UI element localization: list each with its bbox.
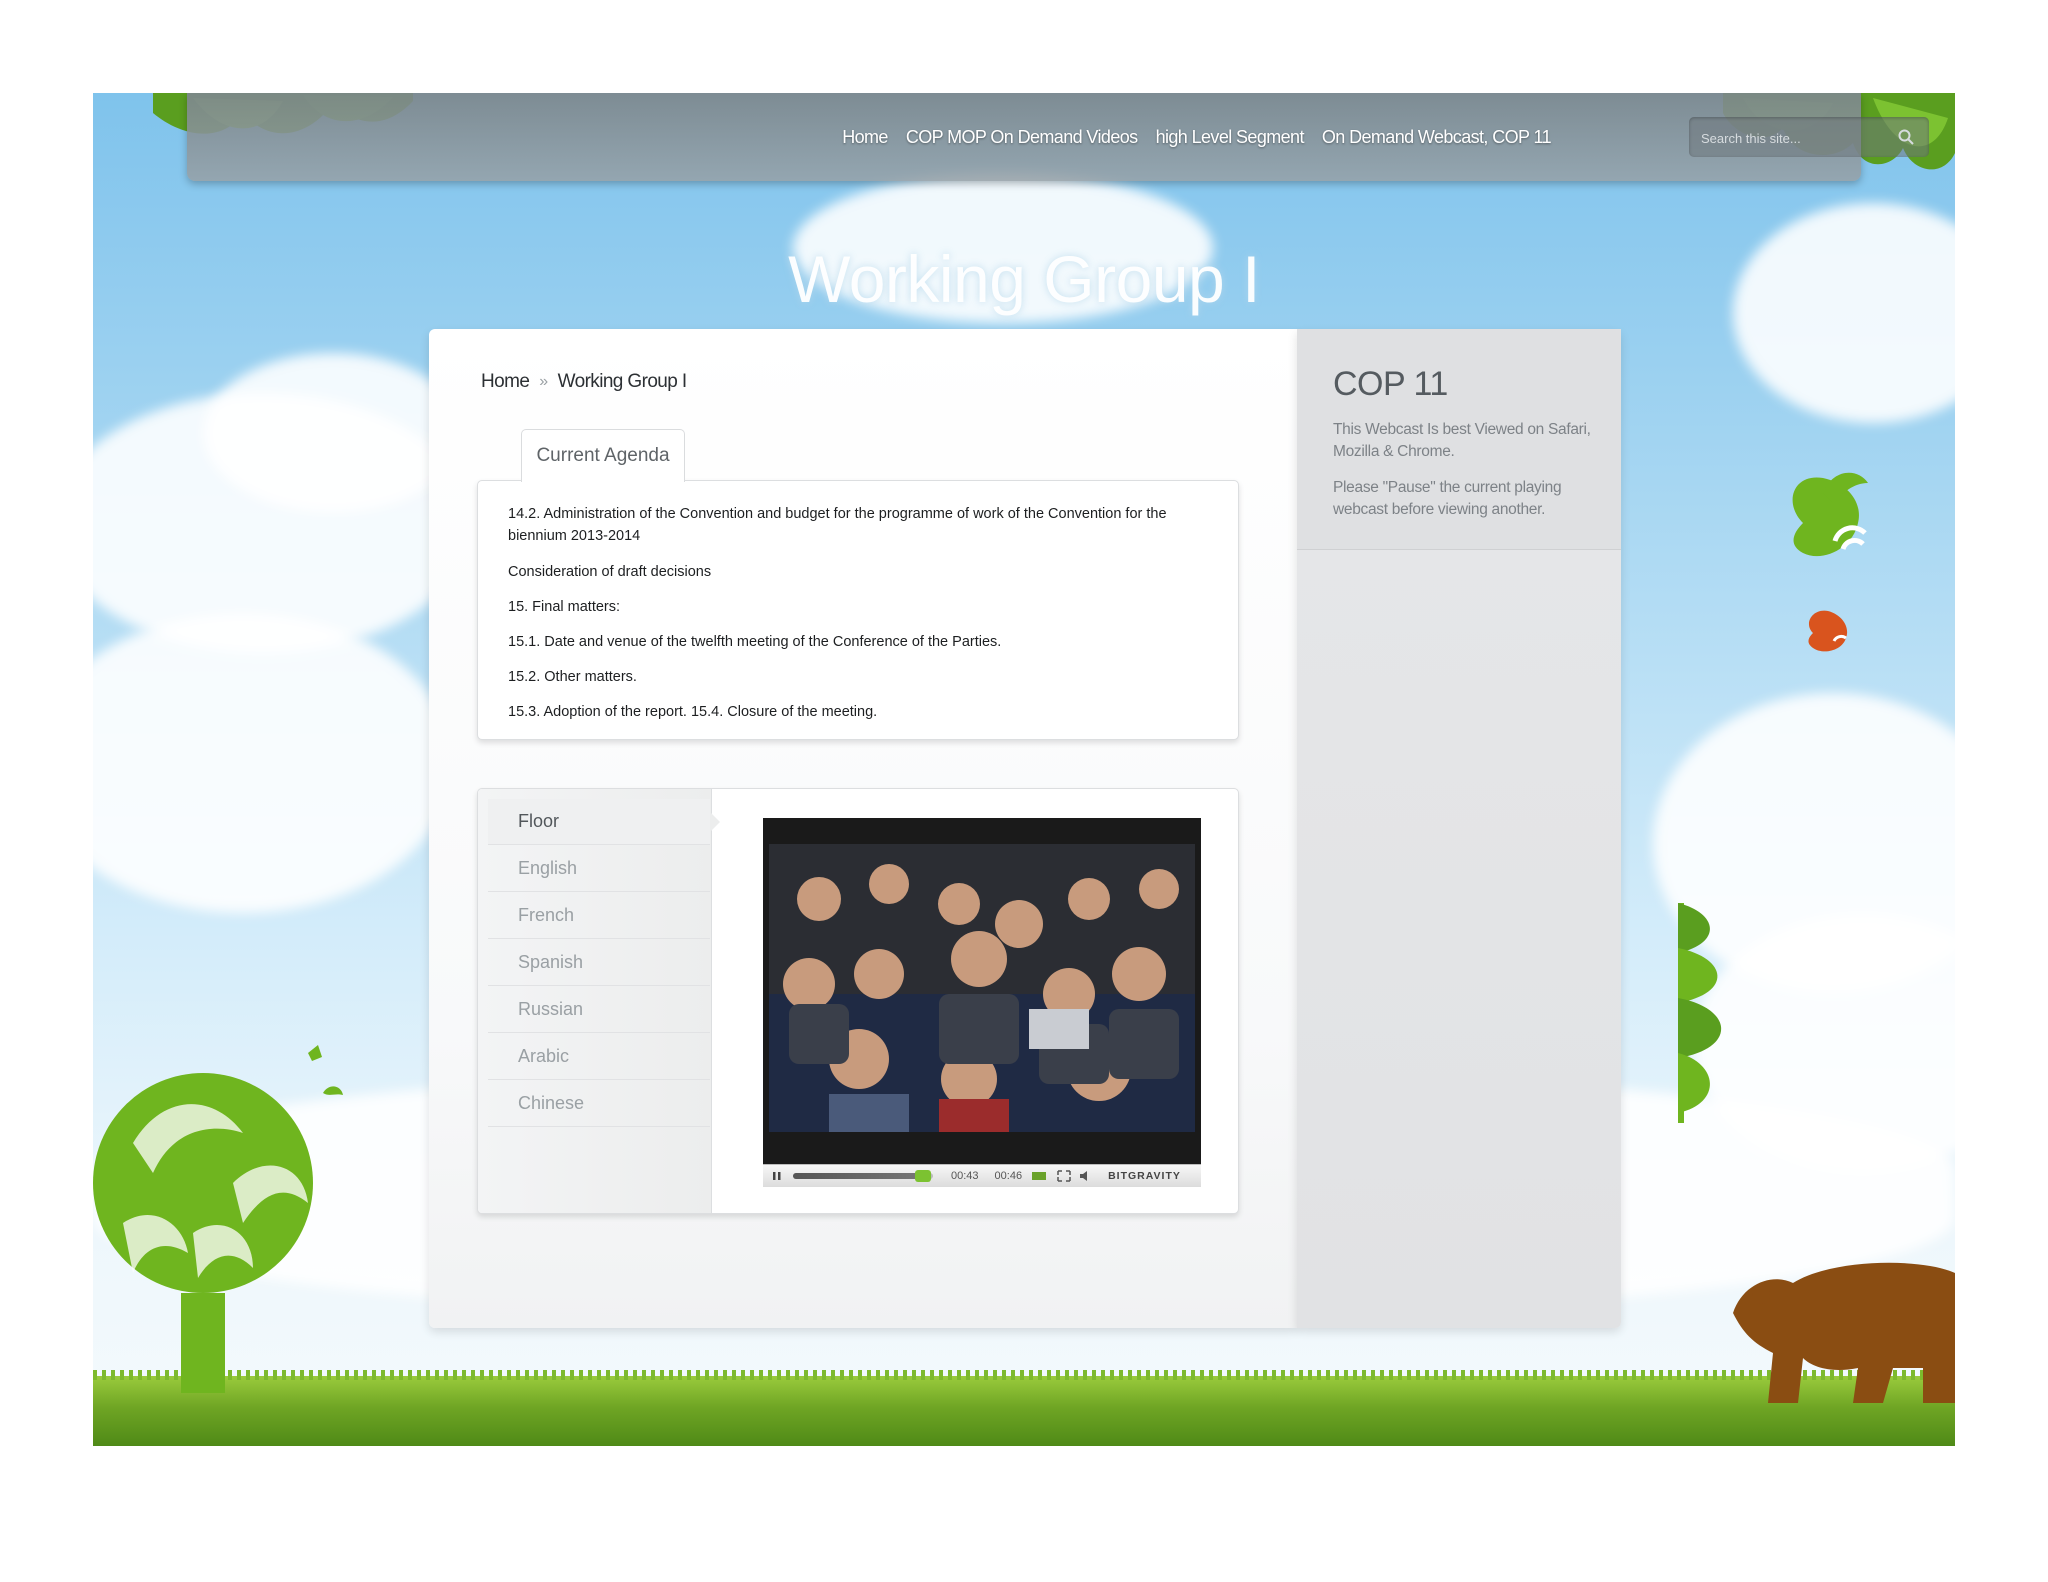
main-content: Home » Working Group I Current Agenda 14… bbox=[429, 329, 1297, 1328]
agenda-item: 15.2. Other matters. bbox=[508, 669, 637, 685]
top-navigation-bar: Home COP MOP On Demand Videos high Level… bbox=[187, 93, 1929, 181]
breadcrumb: Home » Working Group I bbox=[481, 371, 687, 393]
bee-icon bbox=[1792, 472, 1868, 557]
agenda-item: 15.1. Date and venue of the twelfth meet… bbox=[508, 634, 1002, 650]
sidebar-note-pause: Please "Pause" the current playing webca… bbox=[1333, 479, 1562, 518]
nav-link-home[interactable]: Home bbox=[842, 127, 888, 148]
breadcrumb-current: Working Group I bbox=[557, 371, 688, 392]
elapsed-time: 00:43 bbox=[951, 1170, 979, 1182]
page-background: Home COP MOP On Demand Videos high Level… bbox=[93, 93, 1955, 1446]
main-nav: Home COP MOP On Demand Videos high Level… bbox=[842, 127, 1551, 148]
search-input[interactable] bbox=[1699, 125, 1893, 151]
video-audience-image bbox=[769, 844, 1195, 1132]
breadcrumb-home[interactable]: Home bbox=[481, 371, 530, 393]
nav-link-cop-mop-videos[interactable]: COP MOP On Demand Videos bbox=[906, 127, 1138, 148]
duration-time: 00:46 bbox=[994, 1170, 1023, 1182]
agenda-item: 15.3. Adoption of the report. 15.4. Clos… bbox=[508, 704, 878, 720]
progress-track[interactable] bbox=[793, 1170, 933, 1182]
webcast-panel: Floor English French Spanish Russian Ara… bbox=[477, 788, 1239, 1214]
language-item-arabic[interactable]: Arabic bbox=[488, 1034, 710, 1080]
bear-icon bbox=[1733, 1262, 1955, 1403]
player-brand: BITGRAVITY bbox=[1108, 1170, 1181, 1182]
agenda-panel: 14.2. Administration of the Convention a… bbox=[477, 480, 1239, 740]
search-icon[interactable] bbox=[1897, 128, 1915, 146]
breadcrumb-separator: » bbox=[539, 373, 548, 390]
quality-indicator bbox=[1032, 1172, 1047, 1180]
nav-link-high-level-segment[interactable]: high Level Segment bbox=[1156, 127, 1305, 148]
progress-handle[interactable] bbox=[915, 1170, 931, 1182]
language-item-english[interactable]: English bbox=[488, 846, 710, 892]
cloud bbox=[203, 353, 463, 513]
language-item-spanish[interactable]: Spanish bbox=[488, 940, 710, 986]
player-controls: 00:43 00:46 BITGRAVITY bbox=[763, 1164, 1201, 1187]
sidebar-note-browsers: This Webcast Is best Viewed on Safari, M… bbox=[1333, 421, 1591, 460]
agenda-item: 15. Final matters: bbox=[508, 599, 621, 615]
grass-ground bbox=[93, 1370, 1955, 1446]
sidebar-title: COP 11 bbox=[1333, 365, 1448, 403]
agenda-item: Consideration of draft decisions bbox=[508, 564, 712, 580]
vine-leaves-icon bbox=[1678, 903, 1722, 1123]
agenda-item: 14.2. Administration of the Convention a… bbox=[508, 506, 1167, 544]
page-title: Working Group I bbox=[788, 242, 1260, 316]
language-list: Floor English French Spanish Russian Ara… bbox=[478, 789, 720, 1213]
nav-link-on-demand-webcast[interactable]: On Demand Webcast, COP 11 bbox=[1322, 127, 1552, 148]
sidebar: COP 11 This Webcast Is best Viewed on Sa… bbox=[1297, 329, 1621, 1328]
language-item-chinese[interactable]: Chinese bbox=[488, 1081, 710, 1127]
language-item-russian[interactable]: Russian bbox=[488, 987, 710, 1033]
sidebar-info-box: COP 11 This Webcast Is best Viewed on Sa… bbox=[1297, 329, 1621, 550]
language-item-floor[interactable]: Floor bbox=[488, 799, 720, 845]
video-player[interactable]: 00:43 00:46 BITGRAVITY bbox=[763, 818, 1201, 1187]
small-bee-icon bbox=[1808, 610, 1848, 652]
video-frame[interactable] bbox=[769, 844, 1195, 1132]
volume-icon[interactable] bbox=[1078, 1169, 1094, 1183]
tree-icon bbox=[93, 1045, 343, 1393]
site-search bbox=[1689, 117, 1929, 157]
tab-current-agenda[interactable]: Current Agenda bbox=[521, 429, 685, 482]
cloud bbox=[93, 613, 453, 913]
fullscreen-icon[interactable] bbox=[1056, 1169, 1072, 1183]
language-item-french[interactable]: French bbox=[488, 893, 710, 939]
pause-icon[interactable] bbox=[767, 1169, 787, 1183]
progress-fill bbox=[793, 1173, 924, 1179]
